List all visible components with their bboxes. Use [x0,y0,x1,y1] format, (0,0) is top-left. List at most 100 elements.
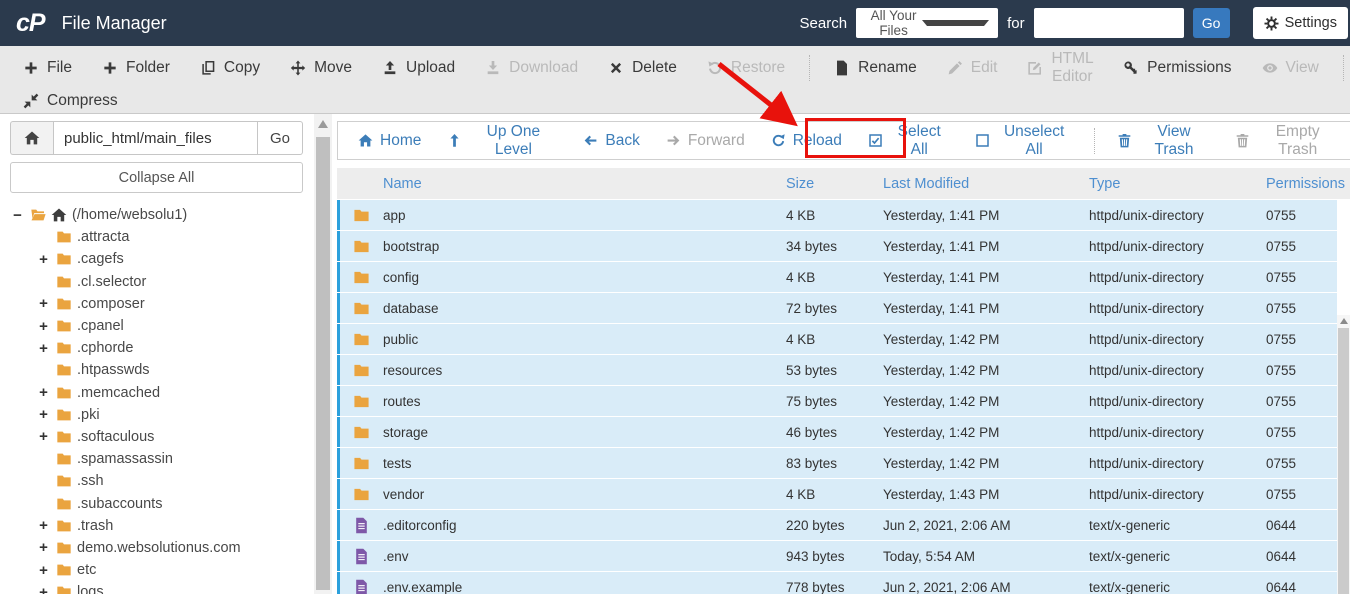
toolbar-button-folder[interactable]: Folder [87,48,185,88]
tree-item-.attracta[interactable]: .attracta [0,226,312,248]
tree-folder-label: (/home/websolu1) [72,207,188,224]
nav-button-unselect-all[interactable]: Unselect All [962,122,1085,159]
nav-button-label: Select All [897,122,941,158]
tree-expander-icon[interactable] [36,428,51,445]
tree-expander-icon[interactable] [36,562,51,579]
sidebar-scrollbar[interactable] [314,114,332,594]
folder-icon [56,451,72,467]
column-header-name[interactable]: Name [381,176,784,192]
tree-expander-icon[interactable] [36,251,51,268]
folder-icon [353,424,370,441]
tree-folder-label: .cpanel [77,318,124,335]
table-row-app[interactable]: app 4 KB Yesterday, 1:41 PM httpd/unix-d… [337,200,1337,230]
column-header-type[interactable]: Type [1087,176,1264,192]
toolbar-button-label: Rename [858,59,917,76]
path-go-button[interactable]: Go [258,121,303,155]
tree-item-.subaccounts[interactable]: .subaccounts [0,492,312,514]
toolbar-button-compress[interactable]: Compress [8,88,133,114]
toolbar-button-edit[interactable]: Edit [932,48,1013,88]
nav-button-view-trash[interactable]: View Trash [1104,122,1223,159]
table-row-vendor[interactable]: vendor 4 KB Yesterday, 1:43 PM httpd/uni… [337,479,1337,509]
toolbar-button-label: Permissions [1147,59,1232,76]
tree-item-.softaculous[interactable]: .softaculous [0,426,312,448]
tree-expander-icon[interactable] [36,539,51,556]
column-header-size[interactable]: Size [784,176,881,192]
tree-expander-icon[interactable] [10,207,25,224]
toolbar-button-restore[interactable]: Restore [692,48,800,88]
nav-button-up-one-level[interactable]: Up One Level [434,122,570,159]
table-row-.env.example[interactable]: .env.example 778 bytes Jun 2, 2021, 2:06… [337,572,1337,594]
tree-item-.cagefs[interactable]: .cagefs [0,248,312,270]
table-row-tests[interactable]: tests 83 bytes Yesterday, 1:42 PM httpd/… [337,448,1337,478]
column-header-permissions[interactable]: Permissions [1264,176,1350,192]
nav-button-reload[interactable]: Reload [758,122,855,159]
nav-button-home[interactable]: Home [345,122,434,159]
tree-item-.htpasswds[interactable]: .htpasswds [0,359,312,381]
table-row-.env[interactable]: .env 943 bytes Today, 5:54 AM text/x-gen… [337,541,1337,571]
search-go-button[interactable]: Go [1192,8,1230,38]
toolbar-button-move[interactable]: Move [275,48,367,88]
nav-button-empty-trash[interactable]: Empty Trash [1222,122,1350,159]
nav-button-forward[interactable]: Forward [653,122,758,159]
tree-expander-icon[interactable] [36,406,51,423]
tree-item-logs[interactable]: logs [0,581,312,594]
tree-item-.memcached[interactable]: .memcached [0,382,312,404]
toolbar-button-upload[interactable]: Upload [367,48,470,88]
tree-expander-icon[interactable] [36,517,51,534]
tree-expander-icon[interactable] [36,584,51,594]
tree-item-demo.websolutionus.com[interactable]: demo.websolutionus.com [0,537,312,559]
tree-item-.cphorde[interactable]: .cphorde [0,337,312,359]
tree-expander-icon[interactable] [36,295,51,312]
collapse-all-button[interactable]: Collapse All [10,162,303,193]
file-last-modified: Yesterday, 1:41 PM [883,269,1000,285]
table-row-database[interactable]: database 72 bytes Yesterday, 1:41 PM htt… [337,293,1337,323]
tree-expander-icon[interactable] [36,318,51,335]
sidebar-scrollbar-thumb[interactable] [316,137,330,590]
scroll-up-icon[interactable] [1340,318,1348,324]
toolbar-button-view[interactable]: View [1247,48,1334,88]
tree-item-.ssh[interactable]: .ssh [0,470,312,492]
toolbar-button-html-editor[interactable]: HTML Editor [1012,48,1108,88]
nav-button-select-all[interactable]: Select All [855,122,962,159]
tree-item-.spamassassin[interactable]: .spamassassin [0,448,312,470]
table-row-resources[interactable]: resources 53 bytes Yesterday, 1:42 PM ht… [337,355,1337,385]
table-row-public[interactable]: public 4 KB Yesterday, 1:42 PM httpd/uni… [337,324,1337,354]
tree-item-home-websolu1[interactable]: (/home/websolu1) [0,204,312,226]
toolbar-button-download[interactable]: Download [470,48,593,88]
column-header-last-modified[interactable]: Last Modified [881,176,1087,192]
path-input[interactable] [53,121,258,155]
toolbar-button-rename[interactable]: Rename [819,48,932,88]
toolbar-button-copy[interactable]: Copy [185,48,275,88]
tree-item-.cpanel[interactable]: .cpanel [0,315,312,337]
tree-expander-icon[interactable] [36,384,51,401]
file-size: 4 KB [786,331,816,347]
search-input[interactable] [1033,8,1184,38]
search-scope-select[interactable]: All Your Files [856,8,999,38]
table-scrollbar-thumb[interactable] [1338,328,1349,594]
table-row-bootstrap[interactable]: bootstrap 34 bytes Yesterday, 1:41 PM ht… [337,231,1337,261]
folder-icon [353,269,370,286]
table-row-routes[interactable]: routes 75 bytes Yesterday, 1:42 PM httpd… [337,386,1337,416]
folder-icon [353,455,370,472]
tree-item-.trash[interactable]: .trash [0,515,312,537]
tree-expander-icon[interactable] [36,340,51,357]
table-row-config[interactable]: config 4 KB Yesterday, 1:41 PM httpd/uni… [337,262,1337,292]
toolbar-button-label: View [1285,59,1319,76]
file-size: 46 bytes [786,424,838,440]
toolbar-button-delete[interactable]: Delete [593,48,692,88]
path-home-button[interactable] [10,121,53,155]
tree-item-.composer[interactable]: .composer [0,293,312,315]
tree-item-.cl.selector[interactable]: .cl.selector [0,271,312,293]
table-row-.editorconfig[interactable]: .editorconfig 220 bytes Jun 2, 2021, 2:0… [337,510,1337,540]
toolbar-button-permissions[interactable]: Permissions [1108,48,1246,88]
table-scrollbar[interactable] [1337,315,1350,594]
tree-item-etc[interactable]: etc [0,559,312,581]
file-size: 53 bytes [786,362,838,378]
nav-button-back[interactable]: Back [570,122,652,159]
toolbar-button-file[interactable]: File [8,48,87,88]
scroll-up-icon[interactable] [318,120,328,128]
settings-button[interactable]: Settings [1252,7,1348,39]
table-row-storage[interactable]: storage 46 bytes Yesterday, 1:42 PM http… [337,417,1337,447]
nav-button-label: Forward [687,131,745,149]
tree-item-.pki[interactable]: .pki [0,404,312,426]
